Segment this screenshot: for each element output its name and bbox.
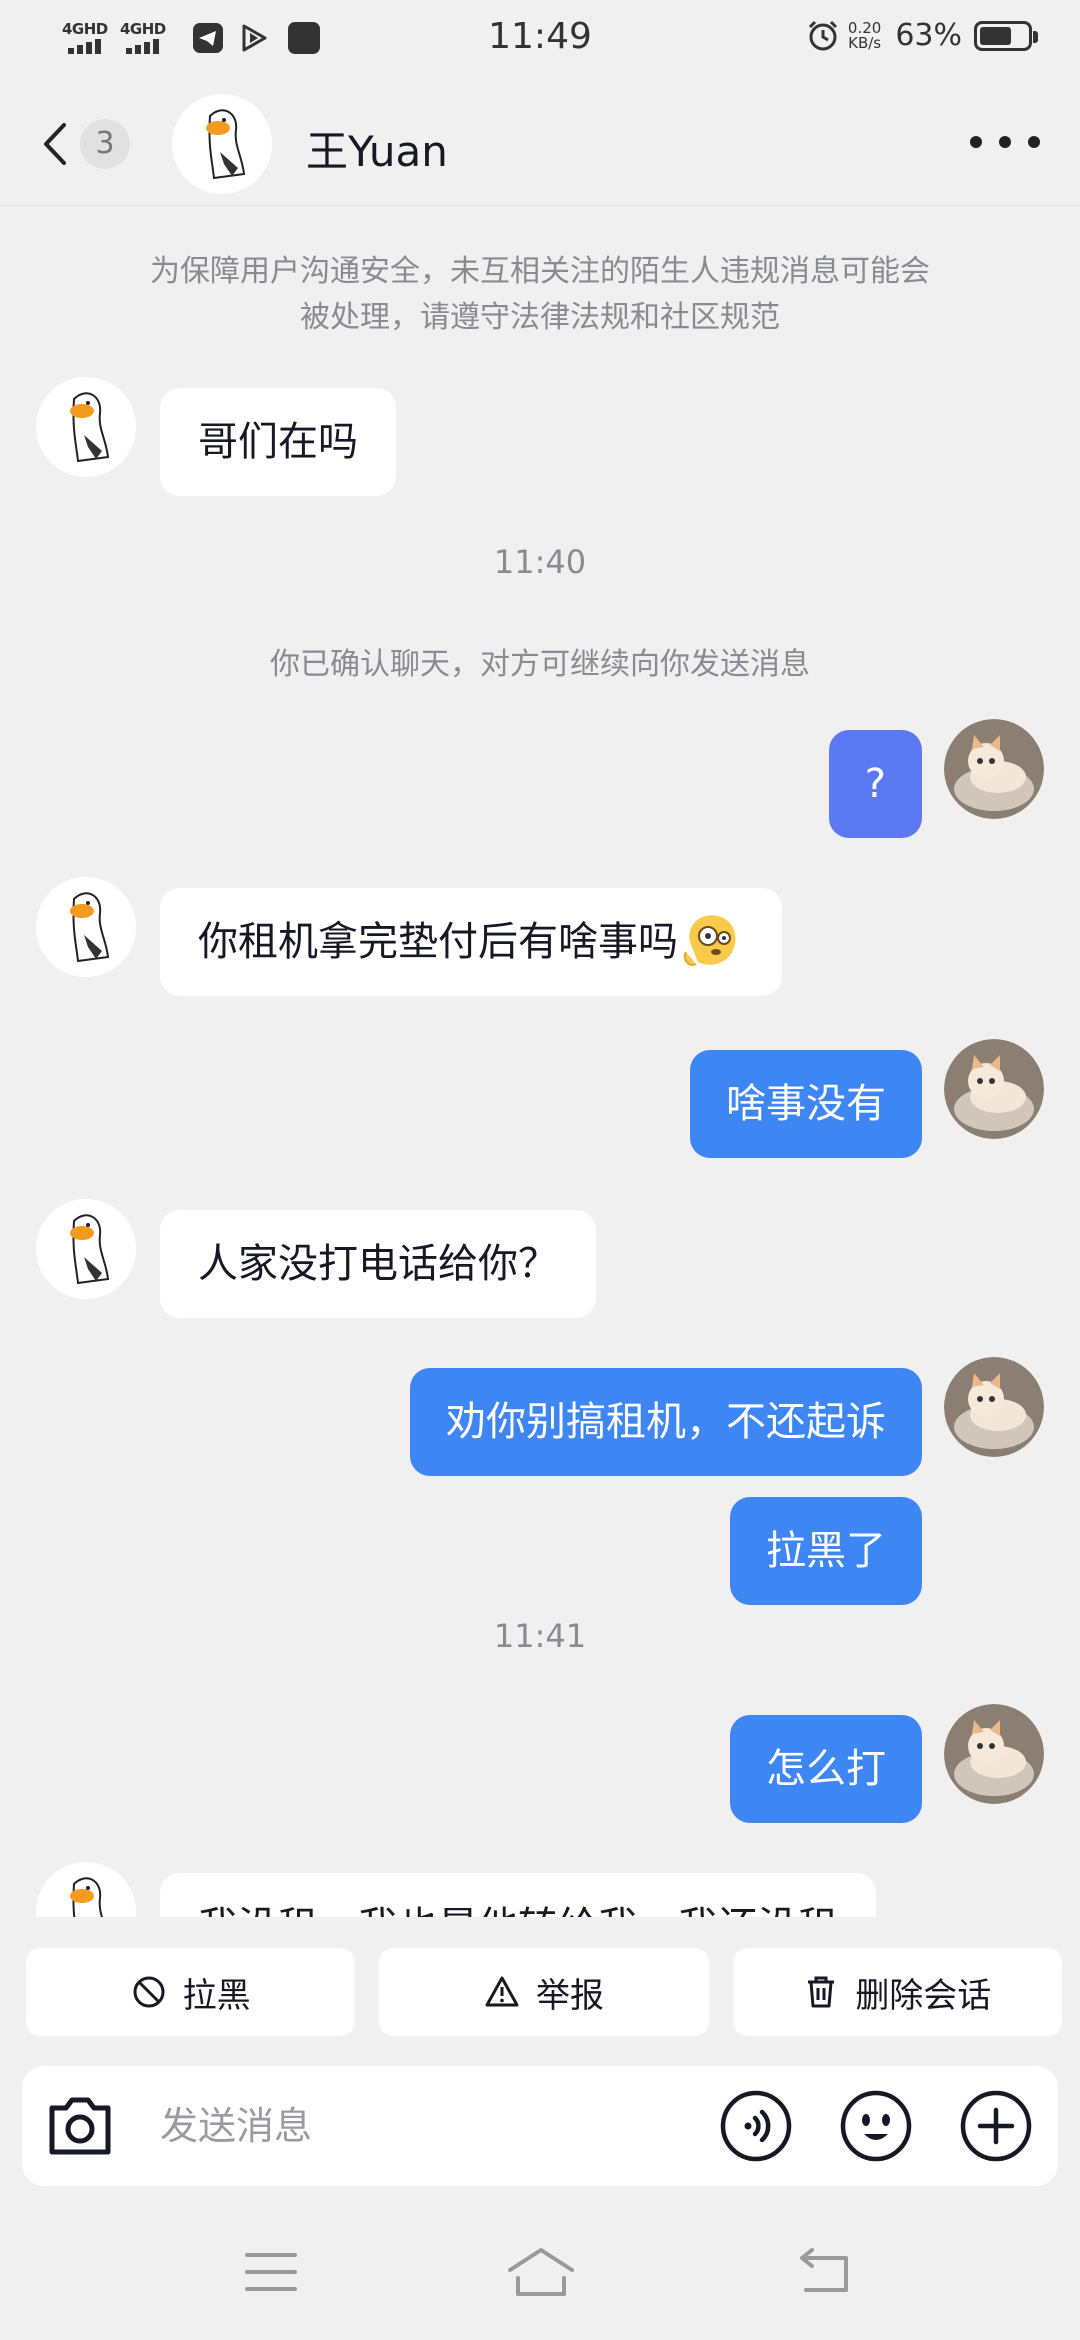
status-bar: 4GHD 4GHD 11:49 0.20 KB/s 63% — [0, 0, 1080, 84]
chat-header: 3 王Yuan — [0, 84, 1080, 206]
sender-avatar[interactable] — [36, 1862, 136, 1917]
back-icon[interactable] — [796, 2248, 852, 2294]
home-icon[interactable] — [506, 2246, 576, 2298]
back-chevron-icon — [44, 123, 66, 165]
safety-notice: 为保障用户沟通安全，未互相关注的陌生人违规消息可能会被处理，请遵守法律法规和社区… — [150, 254, 930, 335]
camera-icon[interactable] — [44, 2094, 116, 2158]
message-input[interactable] — [160, 2092, 700, 2160]
back-button[interactable]: 3 — [40, 114, 150, 174]
unread-badge: 3 — [80, 119, 130, 169]
message-bubble-outgoing[interactable]: 怎么打 — [730, 1715, 922, 1823]
timestamp: 11:40 — [493, 543, 587, 581]
more-dots-icon — [970, 136, 982, 148]
block-button[interactable]: 拉黑 — [26, 1948, 356, 2036]
chat-confirm-notice: 你已确认聊天，对方可继续向你发送消息 — [270, 647, 810, 682]
message-bubble-outgoing[interactable]: 劝你别搞租机，不还起诉 — [410, 1368, 922, 1476]
battery-icon — [974, 20, 1038, 51]
my-avatar[interactable] — [944, 1357, 1044, 1457]
message-bubble-outgoing[interactable]: ? — [828, 730, 922, 838]
message-bubble-outgoing[interactable]: 拉黑了 — [730, 1497, 922, 1605]
alarm-icon — [808, 20, 837, 50]
voice-icon[interactable] — [718, 2088, 794, 2164]
trash-icon — [808, 1976, 835, 2008]
timestamp: 11:41 — [493, 1617, 587, 1655]
my-avatar[interactable] — [944, 719, 1044, 819]
block-icon — [133, 1976, 165, 2008]
net-speed: 0.20 KB/s — [847, 18, 882, 52]
report-button[interactable]: 举报 — [379, 1948, 709, 2036]
emoji-icon[interactable] — [838, 2088, 914, 2164]
warning-icon — [485, 1976, 519, 2007]
message-list[interactable]: 为保障用户沟通安全，未互相关注的陌生人违规消息可能会被处理，请遵守法律法规和社区… — [0, 207, 1080, 1917]
contact-avatar[interactable] — [172, 94, 272, 194]
sender-avatar[interactable] — [36, 377, 136, 477]
plus-icon[interactable] — [958, 2088, 1034, 2164]
message-bubble-outgoing[interactable]: 啥事没有 — [690, 1050, 922, 1158]
stranger-action-bar: 拉黑 举报 删除会话 — [26, 1948, 1062, 2036]
flushed-emoji-icon — [683, 915, 736, 966]
system-navigation-bar — [0, 2210, 1080, 2340]
my-avatar[interactable] — [944, 1704, 1044, 1804]
my-avatar[interactable] — [944, 1039, 1044, 1139]
menu-icon[interactable] — [244, 2250, 298, 2294]
message-bubble-incoming[interactable]: 你租机拿完垫付后有啥事吗 — [160, 888, 782, 996]
message-bubble-incoming[interactable]: 人家没打电话给你？ — [160, 1210, 596, 1318]
message-bubble-incoming[interactable]: 哥们在吗 — [160, 388, 396, 496]
message-composer — [22, 2066, 1058, 2186]
sender-avatar[interactable] — [36, 877, 136, 977]
more-options-button[interactable] — [970, 122, 1040, 162]
message-bubble-incoming[interactable]: 我没租，我也是他转给我，我还没租 — [160, 1873, 876, 1917]
sender-avatar[interactable] — [36, 1199, 136, 1299]
delete-conversation-button[interactable]: 删除会话 — [732, 1948, 1062, 2036]
contact-name[interactable]: 王Yuan — [306, 118, 448, 179]
battery-percent: 63% — [895, 18, 962, 53]
